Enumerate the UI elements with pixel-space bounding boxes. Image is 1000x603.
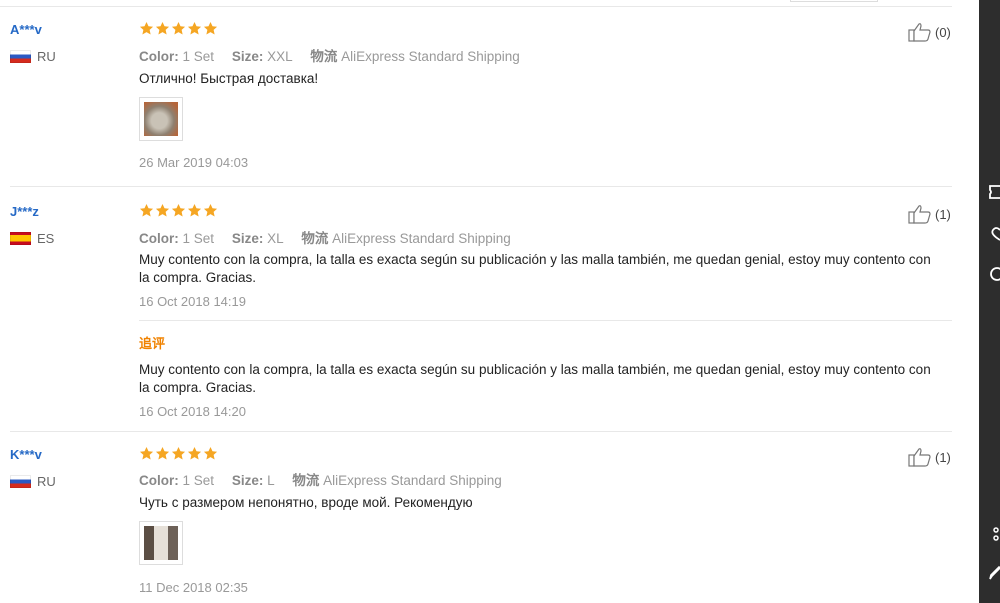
shipping-method: AliExpress Standard Shipping: [323, 473, 502, 488]
ticket-icon[interactable]: [987, 184, 1000, 200]
review-text: Отлично! Быстрая доставка!: [139, 71, 319, 86]
review-date: 16 Oct 2018 14:19: [139, 294, 246, 309]
helpful-count: (1): [935, 206, 951, 222]
star-icon: [139, 203, 154, 217]
shipping-method: AliExpress Standard Shipping: [332, 231, 511, 246]
spain-flag-icon: [10, 232, 31, 245]
country-code: RU: [37, 49, 56, 64]
helpful-button[interactable]: (1): [908, 204, 951, 224]
edit-icon[interactable]: [987, 564, 1000, 580]
star-icon: [187, 21, 202, 35]
size-value: XXL: [267, 49, 293, 64]
top-divider: [0, 6, 952, 7]
color-value: 1 Set: [182, 473, 215, 488]
star-icon: [187, 203, 202, 217]
right-toolbar: [979, 0, 1000, 603]
star-rating: [139, 446, 218, 461]
star-icon: [139, 446, 154, 460]
helpful-button[interactable]: (1): [908, 447, 951, 467]
color-value: 1 Set: [182, 49, 215, 64]
review-divider: [10, 431, 952, 432]
logistics-label: 物流: [310, 49, 338, 64]
share-icon[interactable]: [987, 526, 1000, 542]
follow-up-divider: [139, 320, 952, 321]
color-label: Color:: [139, 231, 179, 246]
review-date: 11 Dec 2018 02:35: [139, 580, 248, 595]
photo-thumbnail: [144, 102, 178, 136]
helpful-count: (1): [935, 449, 951, 465]
size-label: Size:: [231, 473, 264, 488]
star-icon: [155, 21, 170, 35]
photo-thumbnail: [144, 526, 178, 560]
thumbs-up-icon: [908, 205, 931, 224]
order-info: Color: 1 Set Size: XL 物流 AliExpress Stan…: [139, 227, 511, 247]
clock-icon[interactable]: [987, 266, 1000, 282]
star-icon: [187, 446, 202, 460]
color-label: Color:: [139, 49, 179, 64]
country-code: ES: [37, 231, 55, 246]
reviewer-country: RU: [10, 49, 56, 64]
russia-flag-icon: [10, 475, 31, 488]
star-rating: [139, 21, 218, 36]
review-photo[interactable]: [139, 521, 183, 565]
review-date: 26 Mar 2019 04:03: [139, 155, 249, 170]
logistics-label: 物流: [301, 231, 329, 246]
reviewer-name[interactable]: K***v: [10, 447, 42, 462]
reviewer-name[interactable]: J***z: [10, 204, 39, 219]
helpful-count: (0): [935, 24, 951, 40]
star-icon: [203, 21, 218, 35]
star-icon: [171, 203, 186, 217]
logistics-label: 物流: [292, 473, 320, 488]
star-icon: [203, 446, 218, 460]
helpful-button[interactable]: (0): [908, 22, 951, 42]
review-text: Muy contento con la compra, la talla es …: [139, 252, 931, 285]
reviewer-name[interactable]: A***v: [10, 22, 42, 37]
star-icon: [155, 446, 170, 460]
reviewer-country: RU: [10, 474, 56, 489]
follow-up-text: Muy contento con la compra, la talla es …: [139, 362, 931, 395]
star-icon: [139, 21, 154, 35]
thumbs-up-icon: [908, 23, 931, 42]
country-code: RU: [37, 474, 56, 489]
size-value: L: [267, 473, 275, 488]
follow-up-date: 16 Oct 2018 14:20: [139, 404, 246, 419]
reviewer-country: ES: [10, 231, 54, 246]
star-icon: [203, 203, 218, 217]
top-control-edge: [790, 0, 878, 2]
follow-up-label: 追评: [139, 336, 166, 351]
size-value: XL: [267, 231, 284, 246]
color-label: Color:: [139, 473, 179, 488]
size-label: Size:: [231, 49, 264, 64]
review-divider: [10, 186, 952, 187]
color-value: 1 Set: [182, 231, 215, 246]
star-rating: [139, 203, 218, 218]
review-text: Чуть с размером непонятно, вроде мой. Ре…: [139, 495, 473, 510]
size-label: Size:: [231, 231, 264, 246]
thumbs-up-icon: [908, 448, 931, 467]
order-info: Color: 1 Set Size: L 物流 AliExpress Stand…: [139, 469, 502, 489]
shipping-method: AliExpress Standard Shipping: [341, 49, 520, 64]
review-photo[interactable]: [139, 97, 183, 141]
heart-icon[interactable]: [987, 226, 1000, 242]
star-icon: [171, 446, 186, 460]
order-info: Color: 1 Set Size: XXL 物流 AliExpress Sta…: [139, 45, 520, 65]
russia-flag-icon: [10, 50, 31, 63]
star-icon: [171, 21, 186, 35]
star-icon: [155, 203, 170, 217]
